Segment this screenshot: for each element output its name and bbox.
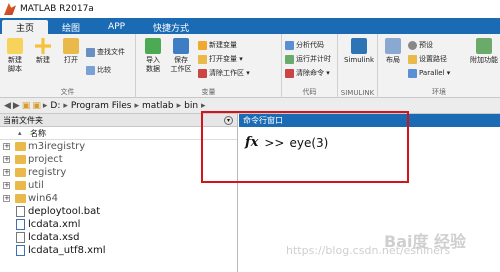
new-script-icon	[7, 38, 23, 54]
folder-icon	[15, 181, 26, 190]
matlab-logo-icon	[4, 3, 16, 15]
tab-plots[interactable]: 绘图	[48, 20, 94, 34]
list-item[interactable]: lcdata.xml	[0, 218, 237, 231]
import-data-button[interactable]: 导入 数据	[140, 38, 166, 74]
tab-shortcuts[interactable]: 快捷方式	[139, 20, 203, 34]
plus-icon	[35, 38, 51, 54]
file-group-label: 文件	[60, 88, 75, 96]
compare-button[interactable]: 比较	[86, 64, 111, 76]
breadcrumb-bin[interactable]: bin	[184, 101, 198, 111]
breadcrumb-program-files[interactable]: Program Files	[71, 101, 132, 111]
clear-commands-button[interactable]: 清除命令 ▾	[285, 67, 330, 79]
xml-file-icon	[16, 219, 25, 230]
list-item[interactable]: + win64	[0, 192, 237, 205]
expand-icon[interactable]: +	[3, 156, 10, 163]
watermark-brand: Bai度 经验	[384, 232, 467, 251]
expand-icon[interactable]: +	[3, 143, 10, 150]
expand-icon[interactable]: +	[3, 195, 10, 202]
window-title: MATLAB R2017a	[20, 4, 94, 14]
simulink-button[interactable]: Simulink	[344, 38, 374, 65]
save-workspace-icon	[173, 38, 189, 54]
layout-icon	[385, 38, 401, 54]
new-variable-button[interactable]: 新建变量	[198, 39, 237, 51]
up-folder-icon[interactable]: ▣	[22, 101, 31, 111]
file-icon	[16, 232, 25, 243]
parallel-button[interactable]: Parallel ▾	[408, 67, 450, 79]
open-variable-button[interactable]: 打开变量 ▾	[198, 53, 243, 65]
folder-open-icon	[63, 38, 79, 54]
analyze-code-icon	[285, 40, 294, 50]
run-and-time-button[interactable]: 运行并计时	[285, 53, 331, 65]
open-button[interactable]: 打开	[58, 38, 84, 65]
ribbon-toolbar: 新建 脚本 新建 打开 查找文件 比较 文件 导入 数据 保存 工作区 新建变量…	[0, 34, 500, 98]
variable-group: 导入 数据 保存 工作区 新建变量 打开变量 ▾ 清除工作区 ▾ 变量	[136, 34, 282, 98]
tab-apps[interactable]: APP	[94, 20, 139, 34]
xml-file-icon	[16, 245, 25, 256]
environment-group: 布局 预设 设置路径 Parallel ▾ 附加功能 环境	[378, 34, 500, 98]
environment-group-label: 环境	[432, 88, 446, 96]
new-button[interactable]: 新建	[30, 38, 56, 65]
open-variable-icon	[198, 54, 207, 64]
back-arrow-icon[interactable]: ◀	[4, 101, 11, 111]
list-item[interactable]: lcdata.xsd	[0, 231, 237, 244]
list-item[interactable]: deploytool.bat	[0, 205, 237, 218]
ribbon-tab-bar: 主页 绘图 APP 快捷方式	[0, 18, 500, 34]
tab-home[interactable]: 主页	[2, 20, 49, 34]
set-path-button[interactable]: 设置路径	[408, 53, 447, 65]
breadcrumb-matlab[interactable]: matlab	[142, 101, 174, 111]
set-path-icon	[408, 54, 417, 64]
highlight-annotation	[201, 111, 409, 183]
find-files-button[interactable]: 查找文件	[86, 46, 125, 58]
forward-arrow-icon[interactable]: ▶	[13, 101, 20, 111]
analyze-code-button[interactable]: 分析代码	[285, 39, 324, 51]
file-icon	[16, 206, 25, 217]
layout-button[interactable]: 布局	[380, 38, 406, 65]
run-and-time-icon	[285, 54, 294, 64]
save-workspace-button[interactable]: 保存 工作区	[168, 38, 194, 74]
find-files-icon	[86, 47, 95, 57]
code-group-label: 代码	[302, 88, 317, 96]
expand-icon[interactable]: +	[3, 169, 10, 176]
parallel-icon	[408, 68, 417, 78]
new-script-button[interactable]: 新建 脚本	[2, 38, 28, 74]
expand-icon[interactable]: +	[3, 182, 10, 189]
clear-workspace-icon	[198, 68, 207, 78]
folder-icon	[15, 168, 26, 177]
list-item[interactable]: lcdata_utf8.xml	[0, 244, 237, 257]
folder-icon	[15, 142, 26, 151]
simulink-icon	[351, 38, 367, 54]
new-variable-icon	[198, 40, 207, 50]
browse-folder-icon[interactable]: ▣	[32, 101, 41, 111]
add-ons-button[interactable]: 附加功能	[470, 38, 498, 65]
clear-workspace-button[interactable]: 清除工作区 ▾	[198, 67, 250, 79]
variable-group-label: 变量	[201, 88, 216, 96]
compare-icon	[86, 65, 95, 75]
simulink-group: Simulink SIMULINK	[338, 34, 378, 98]
code-group: 分析代码 运行并计时 清除命令 ▾ 代码	[282, 34, 338, 98]
preferences-button[interactable]: 预设	[408, 39, 433, 51]
file-group: 新建 脚本 新建 打开 查找文件 比较 文件	[0, 34, 136, 98]
folder-icon	[15, 155, 26, 164]
import-data-icon	[145, 38, 161, 54]
add-ons-icon	[476, 38, 492, 54]
breadcrumb-drive[interactable]: D:	[50, 101, 60, 111]
folder-icon	[15, 194, 26, 203]
title-bar: MATLAB R2017a	[0, 0, 500, 18]
simulink-group-label: SIMULINK	[340, 89, 375, 97]
gear-icon	[408, 40, 417, 50]
sort-arrow-icon: ▴	[18, 129, 22, 137]
clear-commands-icon	[285, 68, 294, 78]
